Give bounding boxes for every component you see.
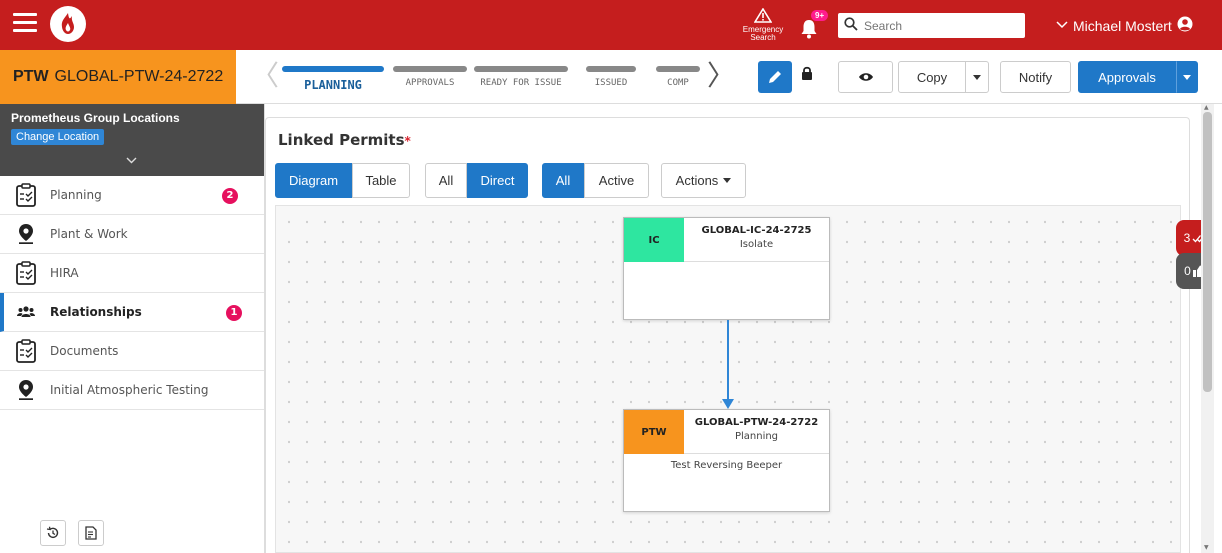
sidebar-item-label: HIRA bbox=[50, 266, 79, 280]
edit-button[interactable] bbox=[758, 61, 792, 93]
eye-icon bbox=[858, 73, 873, 81]
app-root: Emergency Search 9+ Michael Mostert PTW bbox=[0, 0, 1222, 553]
workflow-step-issued[interactable]: ISSUED bbox=[586, 66, 636, 88]
filter-active[interactable]: Active bbox=[584, 163, 649, 198]
filter-all-state[interactable]: All bbox=[542, 163, 584, 198]
caret-down-icon bbox=[723, 178, 732, 183]
document-list-icon bbox=[85, 526, 97, 540]
scrollbar-thumb[interactable] bbox=[1203, 112, 1212, 392]
history-button[interactable] bbox=[40, 520, 66, 546]
emergency-search-button[interactable]: Emergency Search bbox=[740, 7, 786, 44]
sidebar-item-label: Documents bbox=[50, 344, 119, 358]
link-connector-line bbox=[727, 320, 729, 404]
permit-description: Test Reversing Beeper bbox=[670, 460, 783, 471]
permit-type-tag: PTW bbox=[624, 410, 684, 454]
permit-node-ptw[interactable]: PTW GLOBAL-PTW-24-2722 Planning Test Rev… bbox=[623, 409, 830, 512]
sidebar-item-label: Initial Atmospheric Testing bbox=[50, 383, 209, 397]
chevron-down-icon[interactable] bbox=[126, 156, 137, 167]
tab-table[interactable]: Table bbox=[352, 163, 410, 198]
search-box bbox=[838, 13, 1025, 38]
app-logo[interactable] bbox=[50, 6, 86, 42]
scope-toggle: All Direct bbox=[425, 163, 528, 198]
permit-description bbox=[624, 262, 829, 268]
workflow-step-approvals[interactable]: APPROVALS bbox=[393, 66, 467, 88]
permit-code: GLOBAL-IC-24-2725 bbox=[701, 225, 812, 236]
workflow-step-comp[interactable]: COMP bbox=[656, 66, 700, 88]
permit-type-tag: IC bbox=[624, 218, 684, 262]
users-icon bbox=[14, 300, 38, 324]
permit-type: PTW bbox=[13, 68, 49, 85]
top-bar: Emergency Search 9+ Michael Mostert bbox=[0, 0, 1222, 50]
notify-button[interactable]: Notify bbox=[1000, 61, 1071, 93]
permit-code: GLOBAL-PTW-24-2722 bbox=[54, 68, 224, 85]
search-input[interactable] bbox=[864, 15, 1014, 36]
notifications-button[interactable]: 9+ bbox=[800, 10, 830, 39]
view-toggle: Diagram Table bbox=[275, 163, 410, 198]
user-name: Michael Mostert bbox=[1073, 17, 1172, 34]
user-circle-icon bbox=[1177, 16, 1193, 35]
sidebar: Prometheus Group Locations Change Locati… bbox=[0, 104, 265, 553]
scroll-up-icon[interactable]: ▲ bbox=[1204, 104, 1209, 111]
sidebar-item-plant-work[interactable]: Plant & Work bbox=[0, 215, 264, 254]
warning-icon bbox=[740, 7, 786, 26]
approvals-button[interactable]: Approvals bbox=[1078, 61, 1176, 93]
pencil-icon bbox=[769, 71, 781, 83]
map-marker-icon bbox=[14, 222, 38, 246]
copy-dropdown-caret-icon[interactable] bbox=[965, 61, 989, 93]
workflow-step-ready-for-issue[interactable]: READY FOR ISSUE bbox=[474, 66, 568, 88]
view-button[interactable] bbox=[838, 61, 893, 93]
sidebar-item-documents[interactable]: Documents bbox=[0, 332, 264, 371]
history-icon bbox=[46, 526, 59, 539]
search-icon[interactable] bbox=[838, 16, 864, 35]
notifications-count-badge: 9+ bbox=[811, 10, 829, 21]
chevron-down-icon bbox=[1056, 20, 1068, 32]
clipboard-check-icon bbox=[14, 339, 38, 363]
actions-label: Actions bbox=[675, 173, 719, 188]
clipboard-check-icon bbox=[14, 183, 38, 207]
link-arrow-icon bbox=[722, 399, 734, 409]
approvals-dropdown-caret-icon[interactable] bbox=[1176, 61, 1198, 93]
filter-direct[interactable]: Direct bbox=[467, 163, 528, 198]
scroll-down-icon[interactable]: ▼ bbox=[1204, 544, 1209, 551]
sidebar-item-label: Planning bbox=[50, 188, 102, 202]
location-panel: Prometheus Group Locations Change Locati… bbox=[0, 104, 264, 176]
required-marker: * bbox=[404, 134, 411, 148]
sidebar-item-relationships[interactable]: Relationships 1 bbox=[0, 293, 264, 332]
permit-title: PTW GLOBAL-PTW-24-2722 bbox=[0, 50, 236, 104]
filter-all-scope[interactable]: All bbox=[425, 163, 467, 198]
notes-button[interactable] bbox=[78, 520, 104, 546]
sidebar-item-label: Relationships bbox=[50, 305, 142, 319]
sidebar-item-badge: 2 bbox=[222, 188, 238, 204]
sidebar-item-hira[interactable]: HIRA bbox=[0, 254, 264, 293]
change-location-button[interactable]: Change Location bbox=[11, 129, 105, 145]
sidebar-item-badge: 1 bbox=[226, 305, 242, 321]
map-marker-icon bbox=[14, 378, 38, 402]
sidebar-item-planning[interactable]: Planning 2 bbox=[0, 176, 264, 215]
actions-dropdown[interactable]: Actions bbox=[661, 163, 746, 198]
clipboard-check-icon bbox=[14, 261, 38, 285]
page-title: Linked Permits* bbox=[278, 131, 411, 149]
workflow-prev-arrow-icon[interactable]: 〈 bbox=[251, 62, 279, 90]
page-scrollbar[interactable]: ▲ ▼ bbox=[1201, 104, 1214, 553]
permit-node-ic[interactable]: IC GLOBAL-IC-24-2725 Isolate bbox=[623, 217, 830, 320]
emergency-label-line2: Search bbox=[750, 33, 776, 42]
lock-icon bbox=[798, 66, 816, 88]
copy-button[interactable]: Copy bbox=[898, 61, 966, 93]
permit-status: Isolate bbox=[739, 239, 774, 250]
permit-code: GLOBAL-PTW-24-2722 bbox=[694, 417, 819, 428]
location-name: Prometheus Group Locations bbox=[11, 111, 180, 125]
tab-diagram[interactable]: Diagram bbox=[275, 163, 352, 198]
sidebar-item-initial-atmospheric-testing[interactable]: Initial Atmospheric Testing bbox=[0, 371, 264, 410]
approvals-count: 3 bbox=[1183, 231, 1191, 245]
likes-count: 0 bbox=[1184, 264, 1191, 278]
hamburger-menu-icon[interactable] bbox=[13, 13, 37, 33]
state-toggle: All Active bbox=[542, 163, 649, 198]
bell-icon bbox=[801, 20, 817, 39]
workflow-step-planning[interactable]: PLANNING bbox=[282, 66, 384, 92]
permit-status: Planning bbox=[734, 431, 779, 442]
workflow-next-arrow-icon[interactable]: 〉 bbox=[707, 62, 735, 90]
user-menu[interactable]: Michael Mostert bbox=[1056, 16, 1193, 35]
sidebar-item-label: Plant & Work bbox=[50, 227, 128, 241]
